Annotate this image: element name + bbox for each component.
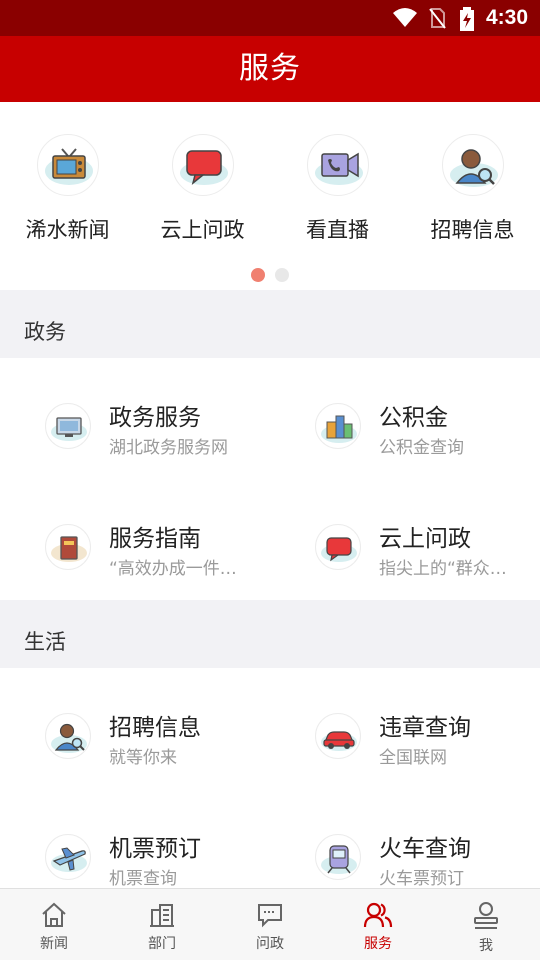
wifi-icon (393, 8, 417, 27)
quick-link-live[interactable]: 看直播 (270, 134, 405, 244)
battery-charging-icon (460, 7, 474, 31)
quick-link-label: 招聘信息 (430, 218, 515, 242)
carousel-dot-1[interactable] (251, 268, 265, 282)
speech-bubble-icon (315, 524, 361, 570)
service-item-trains[interactable]: 火车查询 火车票预订 (270, 789, 540, 888)
speech-bubble-icon (171, 134, 234, 196)
service-item-subtitle: 就等你来 (109, 748, 177, 768)
service-item-title: 招聘信息 (109, 715, 201, 741)
section-title-life: 生活 (24, 630, 66, 654)
train-icon (315, 834, 361, 880)
service-item-title: 政务服务 (109, 405, 201, 431)
quick-link-inquiry[interactable]: 云上问政 (135, 134, 270, 244)
tab-news[interactable]: 新闻 (0, 889, 108, 960)
clock: 4:30 (485, 6, 528, 29)
no-sim-icon (429, 8, 446, 29)
service-item-housing-fund[interactable]: 公积金 公积金查询 (270, 358, 540, 479)
service-item-inquiry[interactable]: 云上问政 指尖上的“群众… (270, 479, 540, 600)
tab-label: 新闻 (40, 936, 68, 952)
tab-inquiry[interactable]: 问政 (216, 889, 324, 960)
building-icon (150, 904, 174, 927)
service-item-title: 违章查询 (379, 715, 471, 741)
service-item-subtitle: 火车票预订 (379, 869, 464, 888)
video-call-icon (306, 134, 369, 196)
quick-link-news[interactable]: 浠水新闻 (0, 134, 135, 244)
quick-link-label: 看直播 (306, 218, 369, 242)
service-item-subtitle: “高效办成一件… (109, 559, 237, 579)
home-icon (42, 902, 66, 927)
carousel-indicator (0, 267, 540, 286)
airplane-icon (45, 834, 91, 880)
tab-label: 我 (479, 938, 493, 954)
buildings-icon (315, 403, 361, 449)
car-icon (315, 713, 361, 759)
service-item-title: 服务指南 (109, 526, 201, 552)
quick-link-jobs[interactable]: 招聘信息 (405, 134, 540, 244)
service-item-violations[interactable]: 违章查询 全国联网 (270, 668, 540, 789)
service-item-title: 公积金 (379, 405, 448, 431)
carousel-dot-2[interactable] (275, 268, 289, 282)
header: 服务 (0, 36, 540, 102)
service-item-title: 机票预订 (109, 836, 201, 862)
status-bar: 4:30 (0, 0, 540, 36)
section-grid-government: 政务服务 湖北政务服务网 公积金 公积金查询 服务指南 “高效办成一件… 云上问… (0, 358, 540, 600)
service-item-title: 火车查询 (379, 836, 471, 862)
service-item-flights[interactable]: 机票预订 机票查询 (0, 789, 270, 888)
recruiter-icon (45, 713, 91, 759)
service-item-subtitle: 指尖上的“群众… (379, 559, 507, 579)
service-item-subtitle: 湖北政务服务网 (109, 438, 228, 458)
computer-icon (45, 403, 91, 449)
page-title: 服务 (239, 51, 301, 86)
service-item-title: 云上问政 (379, 526, 471, 552)
tab-label: 问政 (256, 936, 284, 952)
quick-link-label: 浠水新闻 (25, 218, 110, 242)
tab-me[interactable]: 我 (432, 889, 540, 960)
book-icon (45, 524, 91, 570)
service-item-guide[interactable]: 服务指南 “高效办成一件… (0, 479, 270, 600)
users-icon (363, 902, 393, 928)
person-icon (474, 902, 498, 929)
quick-link-label: 云上问政 (160, 218, 245, 242)
bottom-tab-bar: 新闻 部门 问政 服务 我 (0, 888, 540, 960)
service-item-subtitle: 机票查询 (109, 869, 177, 888)
service-item-gov-services[interactable]: 政务服务 湖北政务服务网 (0, 358, 270, 479)
chat-icon (258, 904, 282, 928)
tv-icon (36, 134, 99, 196)
service-item-subtitle: 公积金查询 (379, 438, 464, 458)
tab-departments[interactable]: 部门 (108, 889, 216, 960)
tab-label: 部门 (148, 936, 176, 952)
service-item-jobs[interactable]: 招聘信息 就等你来 (0, 668, 270, 789)
section-title-government: 政务 (24, 320, 66, 344)
section-grid-life: 招聘信息 就等你来 违章查询 全国联网 机票预订 机票查询 火车查询 火车票预订 (0, 668, 540, 888)
recruiter-icon (441, 134, 504, 196)
tab-services[interactable]: 服务 (324, 889, 432, 960)
service-item-subtitle: 全国联网 (379, 748, 447, 768)
quick-links-carousel: 浠水新闻 云上问政 看直播 招聘信息 (0, 102, 540, 290)
tab-label: 服务 (364, 936, 392, 952)
